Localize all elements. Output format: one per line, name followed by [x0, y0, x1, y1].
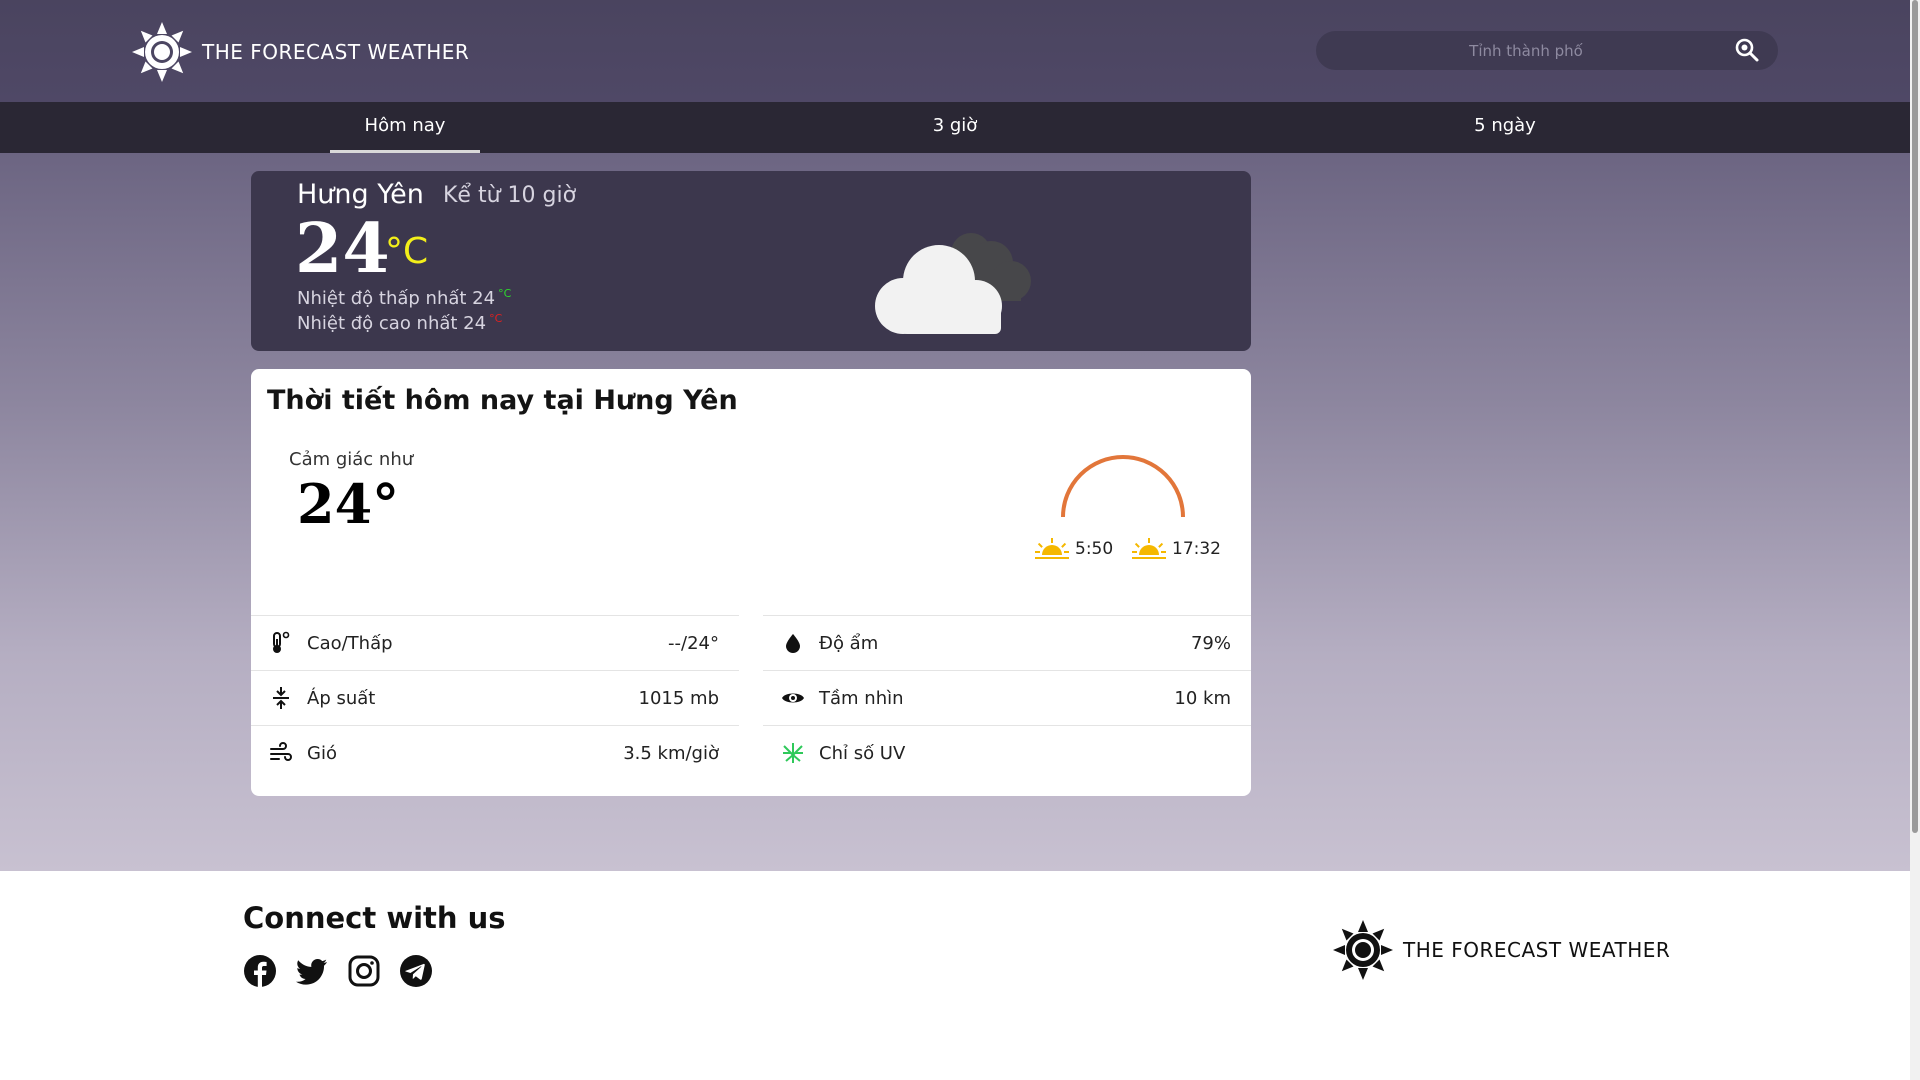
humidity-icon — [781, 631, 805, 655]
instagram-icon[interactable] — [347, 954, 381, 988]
min-temperature-unit: °C — [498, 287, 512, 300]
facebook-icon[interactable] — [243, 954, 277, 988]
uv-icon — [781, 741, 805, 765]
detail-value: 10 km — [1174, 687, 1231, 709]
brand-logo[interactable]: THE FORECAST WEATHER — [130, 20, 469, 84]
sun-logo-icon — [1333, 920, 1393, 980]
main-content: Hưng Yên Kể từ 10 giờ 24 °C Nhiệt độ thấ… — [0, 153, 1910, 871]
detail-high-low: Cao/Thấp --/24° — [251, 615, 739, 670]
detail-humidity: Độ ẩm 79% — [763, 615, 1251, 670]
current-temperature: 24 — [295, 209, 390, 289]
wind-icon — [269, 741, 293, 765]
scrollbar-thumb[interactable] — [1912, 0, 1918, 833]
detail-value: 1015 mb — [638, 687, 720, 709]
sunrise-icon — [1035, 538, 1069, 559]
scrollbar[interactable] — [1910, 0, 1920, 1080]
footer: Connect with us THE FORECAST WEATHER — [0, 871, 1910, 1080]
current-weather-card: Hưng Yên Kể từ 10 giờ 24 °C Nhiệt độ thấ… — [251, 171, 1251, 351]
city-name: Hưng Yên — [297, 179, 424, 210]
today-title: Thời tiết hôm nay tại Hưng Yên — [267, 385, 738, 416]
sunrise-time: 5:50 — [1075, 539, 1114, 559]
search-box — [1316, 31, 1778, 70]
eye-icon — [781, 686, 805, 710]
sunset: 17:32 — [1132, 537, 1221, 561]
search-input[interactable] — [1316, 31, 1736, 70]
sun-arc — [1061, 455, 1185, 518]
sunset-time: 17:32 — [1172, 539, 1221, 559]
feels-like-value: 24° — [297, 472, 400, 536]
brand-name: THE FORECAST WEATHER — [202, 40, 470, 64]
sun-logo-icon — [132, 22, 192, 82]
today-details-card: Thời tiết hôm nay tại Hưng Yên Cảm giác … — [251, 369, 1251, 796]
min-temperature-label: Nhiệt độ thấp nhất 24 — [297, 288, 496, 309]
updated-time: Kể từ 10 giờ — [443, 183, 577, 208]
detail-label: Tầm nhìn — [819, 687, 904, 709]
cloud-icon — [875, 233, 1031, 334]
max-temperature-label: Nhiệt độ cao nhất 24 — [297, 313, 487, 334]
search-icon[interactable] — [1734, 37, 1760, 63]
detail-value: 3.5 km/giờ — [623, 742, 719, 764]
header: THE FORECAST WEATHER — [0, 0, 1910, 102]
detail-label: Áp suất — [307, 687, 376, 709]
sunrise: 5:50 — [1035, 537, 1113, 561]
twitter-icon[interactable] — [295, 954, 329, 988]
tab-3-hours[interactable]: 3 giờ — [880, 102, 1030, 153]
details-right: Độ ẩm 79% Tầm nhìn 10 km Chỉ số UV — [763, 615, 1251, 780]
footer-brand-name: THE FORECAST WEATHER — [1403, 938, 1671, 962]
detail-wind: Gió 3.5 km/giờ — [251, 725, 739, 780]
tab-bar: Hôm nay 3 giờ 5 ngày — [0, 102, 1910, 153]
detail-label: Gió — [307, 742, 337, 764]
pressure-icon — [269, 686, 293, 710]
sunset-icon — [1132, 538, 1166, 559]
feels-like-label: Cảm giác như — [289, 449, 414, 470]
max-temperature: Nhiệt độ cao nhất 24 °C — [297, 312, 502, 334]
min-temperature: Nhiệt độ thấp nhất 24 °C — [297, 287, 511, 309]
tab-today[interactable]: Hôm nay — [330, 102, 480, 153]
detail-label: Cao/Thấp — [307, 632, 393, 654]
detail-label: Độ ẩm — [819, 632, 879, 654]
max-temperature-unit: °C — [489, 312, 503, 325]
detail-visibility: Tầm nhìn 10 km — [763, 670, 1251, 725]
detail-label: Chỉ số UV — [819, 742, 906, 764]
detail-value: 79% — [1190, 632, 1231, 654]
temperature-unit: °C — [385, 231, 429, 272]
details-left: Cao/Thấp --/24° Áp suất 1015 mb Gió 3.5 … — [251, 615, 739, 780]
telegram-icon[interactable] — [399, 954, 433, 988]
detail-pressure: Áp suất 1015 mb — [251, 670, 739, 725]
thermometer-icon — [269, 631, 293, 655]
detail-uv: Chỉ số UV — [763, 725, 1251, 780]
social-links — [243, 954, 451, 988]
page: THE FORECAST WEATHER Hôm nay 3 giờ 5 ngà… — [0, 0, 1910, 1080]
footer-brand-logo[interactable]: THE FORECAST WEATHER — [1331, 918, 1670, 982]
detail-value: --/24° — [668, 632, 719, 654]
connect-heading: Connect with us — [243, 901, 506, 935]
tab-5-days[interactable]: 5 ngày — [1430, 102, 1580, 153]
